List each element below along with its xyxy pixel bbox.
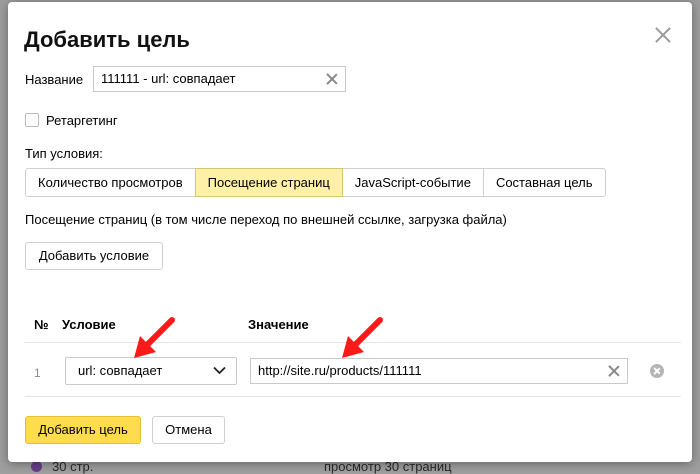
close-icon[interactable] [654,26,672,44]
background-right [692,0,700,474]
name-label: Название [25,72,84,87]
background-left [0,0,8,474]
red-arrow-icon [342,317,383,358]
retargeting-label[interactable]: Ретаргетинг [46,113,118,128]
tab-javascript-event[interactable]: JavaScript-событие [341,168,484,197]
clear-icon[interactable] [326,73,338,85]
column-header-value: Значение [248,317,309,332]
add-goal-button[interactable]: Добавить цель [25,416,141,444]
background-bullet-icon [31,461,42,472]
column-header-num: № [34,317,49,332]
condition-description: Посещение страниц (в том числе переход п… [25,212,507,227]
table-divider [25,396,681,397]
tab-views-count[interactable]: Количество просмотров [25,168,196,197]
tab-page-visit[interactable]: Посещение страниц [194,168,343,197]
goal-name-input[interactable]: 111111 - url: совпадает [93,66,346,92]
column-header-condition: Условие [62,317,116,332]
condition-type-label: Тип условия: [25,146,103,161]
add-condition-button[interactable]: Добавить условие [25,242,163,270]
value-input[interactable]: http://site.ru/products/111111 [250,358,628,384]
chevron-down-icon [213,366,226,375]
tab-composite-goal[interactable]: Составная цель [482,168,606,197]
add-goal-dialog: Добавить цель Название 111111 - url: сов… [8,2,692,462]
red-arrow-icon [134,317,175,358]
retargeting-checkbox[interactable] [25,113,39,127]
condition-type-tabs: Количество просмотров Посещение страниц … [25,168,606,197]
condition-select-value: url: совпадает [78,363,163,378]
cancel-button[interactable]: Отмена [152,416,225,444]
clear-icon[interactable] [608,365,620,377]
remove-condition-icon[interactable] [650,364,664,378]
row-number: 1 [34,366,41,380]
dialog-title: Добавить цель [24,27,190,52]
